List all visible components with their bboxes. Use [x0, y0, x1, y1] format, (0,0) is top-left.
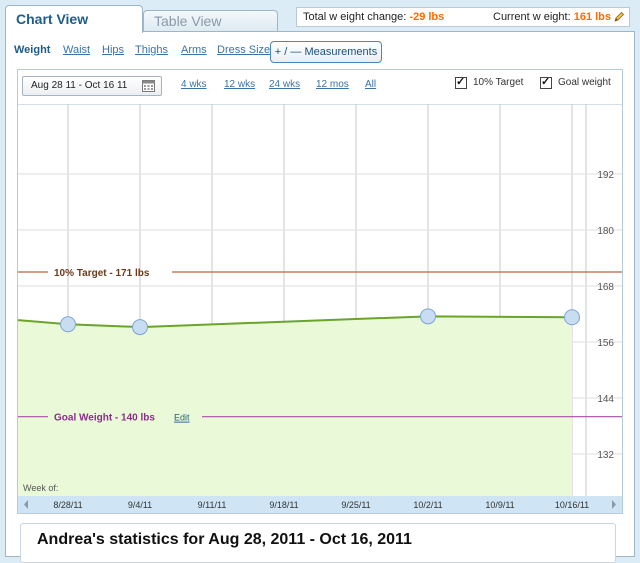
measurement-waist[interactable]: Waist — [63, 44, 90, 56]
total-weight-change-label: Total w eight change: — [303, 11, 407, 23]
y-tick-label: 192 — [597, 170, 614, 181]
data-point — [132, 319, 148, 336]
x-tick-label: 9/11/11 — [198, 500, 227, 510]
x-axis-bar — [18, 496, 622, 513]
statistics-panel: Andrea's statistics for Aug 28, 2011 - O… — [20, 523, 616, 563]
data-point — [60, 316, 76, 333]
tab-chart-view[interactable]: Chart View — [5, 5, 143, 33]
total-weight-change-value: -29 lbs — [409, 11, 445, 23]
current-weight-value: 161 lbs — [573, 11, 612, 23]
reference-line-label: Goal Weight - 140 lbs — [54, 413, 155, 424]
tab-table-view[interactable]: Table View — [143, 10, 278, 32]
y-tick-label: 156 — [597, 338, 614, 349]
y-tick-label: 144 — [597, 394, 614, 405]
y-tick-label: 180 — [597, 226, 614, 237]
y-tick-label: 168 — [597, 282, 614, 293]
measurement-thighs[interactable]: Thighs — [135, 44, 168, 56]
statistics-title: Andrea's statistics for Aug 28, 2011 - O… — [37, 531, 412, 548]
weight-area — [18, 316, 572, 496]
measurement-arms[interactable]: Arms — [181, 44, 207, 56]
data-point — [564, 309, 580, 326]
y-axis-ticks: 192 180 168 156 144 132 — [597, 170, 614, 461]
weight-area-fill — [18, 316, 572, 496]
pencil-icon[interactable] — [613, 11, 625, 23]
measurement-dress-size[interactable]: Dress Size — [217, 44, 270, 56]
current-weight-label: Current w eight: — [493, 11, 571, 23]
measurements-button[interactable]: + / — Measurements — [270, 41, 382, 63]
weight-chart: 10% Target - 171 lbs Goal Weight - 140 lb… — [18, 104, 622, 513]
measurement-weight[interactable]: Weight — [14, 44, 50, 56]
x-tick-label: 9/4/11 — [128, 500, 152, 510]
data-point — [420, 308, 436, 325]
x-tick-label: 10/16/11 — [555, 500, 589, 510]
reference-line-label: 10% Target - 171 lbs — [54, 268, 150, 279]
x-tick-label: 8/28/11 — [53, 500, 82, 510]
y-tick-label: 132 — [597, 450, 614, 461]
goal-edit-link[interactable]: Edit — [174, 413, 190, 423]
x-axis: 8/28/11 9/4/11 9/11/11 9/18/11 9/25/11 10/2/1… — [18, 496, 622, 513]
weight-summary: Total w eight change: -29 lbs Current w … — [296, 7, 630, 27]
x-tick-label: 10/9/11 — [485, 500, 514, 510]
chart-box: Aug 28 11 - Oct 16 11 4 wks 12 wks 24 wk… — [17, 69, 623, 514]
measurement-hips[interactable]: Hips — [102, 44, 124, 56]
x-axis-prefix: Week of: — [23, 483, 58, 493]
x-tick-label: 10/2/11 — [413, 500, 442, 510]
x-tick-label: 9/18/11 — [269, 500, 298, 510]
x-tick-label: 9/25/11 — [341, 500, 370, 510]
